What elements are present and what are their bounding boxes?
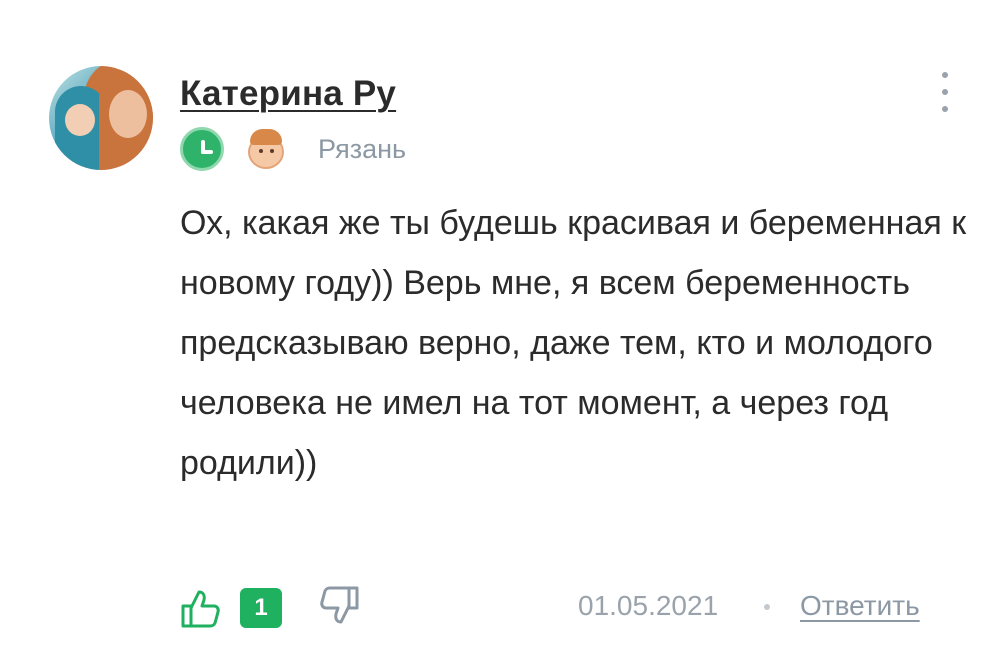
face-icon [246,129,286,169]
author-location: Рязань [318,133,407,164]
thumbs-down-icon [320,586,359,624]
avatar-child-face [65,104,95,136]
thumbs-up-icon [181,590,220,628]
avatar-face [109,90,147,138]
author-name[interactable]: Катерина Ру [180,74,396,114]
clock-icon [180,127,224,171]
like-count: 1 [240,588,282,628]
more-vertical-icon-dot [942,106,948,112]
more-vertical-icon-dot [942,89,948,95]
more-options-button[interactable] [930,70,960,114]
comment-date: 01.05.2021 [578,590,719,621]
reply-button[interactable]: Ответить [800,590,920,622]
more-vertical-icon [942,72,948,78]
author-badges: Рязань [180,126,406,172]
like-button[interactable] [178,586,222,630]
face-icon-eye [259,149,263,153]
face-icon-hair [250,129,282,145]
comment-text: Ох, какая же ты будешь красивая и береме… [180,204,967,482]
avatar[interactable] [49,66,153,170]
face-icon-eye [270,149,274,153]
comment-card: Катерина Ру Рязань Ох, какая же ты будеш… [0,0,1000,666]
separator-dot [764,604,770,610]
dislike-button[interactable] [318,584,362,628]
comment-footer: 1 01.05.2021 Ответить [178,584,953,630]
